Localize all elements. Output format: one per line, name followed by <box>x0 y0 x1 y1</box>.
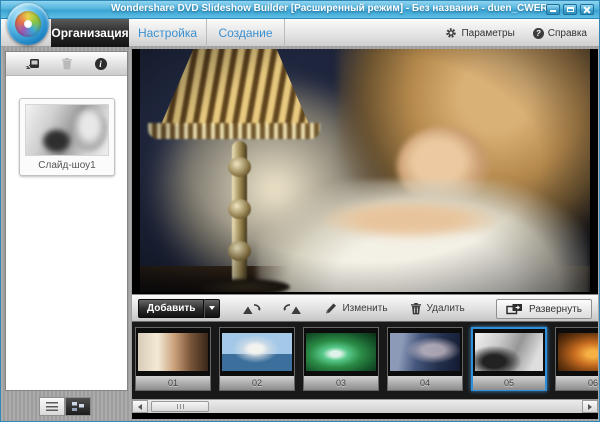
slide-number: 03 <box>304 376 378 390</box>
add-button[interactable]: Добавить <box>138 299 220 318</box>
app-window: Wondershare DVD Slideshow Builder [Расши… <box>0 0 600 422</box>
help-icon: ? <box>533 28 544 39</box>
view-toggles <box>39 397 91 416</box>
slide-thumbnail <box>390 333 460 371</box>
header-menu: Параметры ? Справка <box>445 19 587 47</box>
slide-thumbnail <box>222 333 292 371</box>
slide-thumbnail <box>558 333 598 371</box>
chevron-down-icon <box>209 306 215 310</box>
titlebar[interactable]: Wondershare DVD Slideshow Builder [Расши… <box>1 1 599 19</box>
scroll-right-button[interactable] <box>582 400 598 413</box>
slide-number: 01 <box>136 376 210 390</box>
options-button[interactable]: Параметры <box>445 27 514 39</box>
slideshow-item[interactable]: Слайд-шоу1 <box>19 98 115 176</box>
list-view-button[interactable] <box>39 397 65 416</box>
edit-button[interactable]: Изменить <box>324 302 387 315</box>
info-icon: i <box>95 58 107 70</box>
expand-icon <box>506 303 523 315</box>
scroll-left-button[interactable] <box>132 400 148 413</box>
add-dropdown-button[interactable] <box>204 299 220 318</box>
rotate-left-button[interactable] <box>242 302 261 315</box>
minimize-button[interactable] <box>546 4 560 15</box>
tab-create[interactable]: Создание <box>207 19 285 47</box>
tab-bar: Организация Настройка Создание Параметры… <box>1 19 599 47</box>
edit-toolbar: Добавить <box>132 294 598 322</box>
main-panel: Добавить <box>132 49 598 419</box>
add-slideshow-button[interactable] <box>25 56 41 72</box>
window-controls <box>546 4 594 15</box>
help-button[interactable]: ? Справка <box>533 28 587 39</box>
arrow-left-icon <box>138 404 142 410</box>
filmstrip: 01 02 03 04 05 <box>132 322 598 399</box>
filmstrip-item-1[interactable]: 01 <box>135 327 211 391</box>
delete-button[interactable]: Удалить <box>410 302 465 315</box>
slideshow-thumbnail <box>25 104 109 156</box>
trash-icon <box>61 57 73 70</box>
filmstrip-scrollbar[interactable] <box>132 399 598 413</box>
filmstrip-item-2[interactable]: 02 <box>219 327 295 391</box>
tab-settings[interactable]: Настройка <box>129 19 207 47</box>
content-area: i Слайд-шоу1 <box>1 47 599 422</box>
slide-thumbnail <box>306 333 376 371</box>
add-slideshow-icon <box>25 57 40 70</box>
slide-thumbnail <box>138 333 208 371</box>
preview-photo <box>140 49 590 292</box>
maximize-icon <box>567 7 574 12</box>
slide-preview[interactable] <box>132 49 598 294</box>
maximize-button[interactable] <box>563 4 577 15</box>
close-button[interactable] <box>580 4 594 15</box>
app-logo-icon <box>7 3 49 45</box>
main-tabs: Организация Настройка Создание <box>51 19 285 47</box>
filmstrip-item-4[interactable]: 04 <box>387 327 463 391</box>
slideshow-list: Слайд-шоу1 <box>6 76 127 390</box>
storyboard-view-button[interactable] <box>65 397 91 416</box>
slide-number: 06 <box>556 376 598 390</box>
gear-icon <box>445 27 457 39</box>
slideshow-sidebar: i Слайд-шоу1 <box>5 51 128 391</box>
slide-number: 04 <box>388 376 462 390</box>
filmstrip-item-5-selected[interactable]: 05 <box>471 327 547 391</box>
slideshow-info-button[interactable]: i <box>93 56 109 72</box>
rotate-right-button[interactable] <box>283 302 302 315</box>
rotate-right-icon <box>283 302 302 315</box>
list-view-icon <box>46 402 58 411</box>
trash-icon <box>410 302 422 315</box>
slide-number: 05 <box>473 376 545 390</box>
slide-thumbnail <box>475 333 543 371</box>
pencil-icon <box>324 302 337 315</box>
slide-number: 02 <box>220 376 294 390</box>
sidebar-toolbar: i <box>6 52 127 76</box>
window-title: Wondershare DVD Slideshow Builder [Расши… <box>111 3 548 14</box>
slideshow-name: Слайд-шоу1 <box>20 160 114 171</box>
delete-slideshow-button[interactable] <box>59 56 75 72</box>
storyboard-view-icon <box>72 402 84 411</box>
minimize-icon <box>550 10 556 12</box>
filmstrip-item-6[interactable]: 06 <box>555 327 598 391</box>
scrollbar-thumb[interactable] <box>151 401 209 412</box>
expand-button[interactable]: Развернуть <box>496 299 592 319</box>
filmstrip-item-3[interactable]: 03 <box>303 327 379 391</box>
tab-organization[interactable]: Организация <box>51 19 129 47</box>
rotate-left-icon <box>242 302 261 315</box>
arrow-right-icon <box>588 404 592 410</box>
